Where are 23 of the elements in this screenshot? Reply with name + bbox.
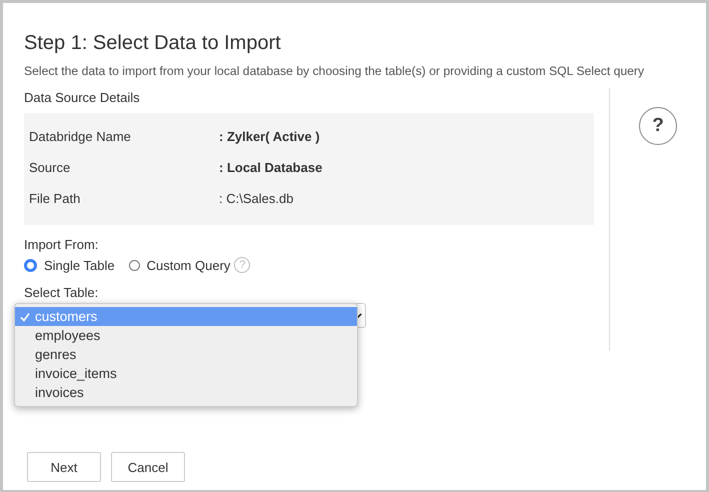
page-title: Step 1: Select Data to Import: [24, 31, 282, 56]
page-description: Select the data to import from your local database by choosing the table(s) or providing a custom SQL Select query: [24, 64, 646, 78]
section-heading: Data Source Details: [24, 90, 141, 105]
checkmark-icon: [20, 312, 30, 322]
radio-label[interactable]: Single Table: [44, 258, 115, 272]
detail-label: Source: [29, 160, 72, 177]
dropdown-option[interactable]: genres: [15, 345, 357, 364]
action-button[interactable]: Cancel: [111, 452, 185, 482]
detail-value: : C:\Sales.db: [219, 191, 294, 208]
radio-button[interactable]: [24, 258, 37, 272]
radio-button[interactable]: [128, 260, 140, 270]
detail-value: : Local Database: [219, 160, 322, 177]
detail-label: File Path: [29, 191, 82, 208]
dropdown-option[interactable]: invoice_items: [15, 364, 357, 383]
help-button[interactable]: ?: [639, 107, 677, 145]
dropdown-option[interactable]: invoices: [15, 383, 357, 402]
detail-value: : Zylker( Active ): [219, 129, 320, 146]
field-label: Select Table:: [24, 285, 100, 300]
action-button[interactable]: Next: [27, 452, 101, 482]
detail-label: Databridge Name: [29, 129, 132, 146]
radio-label[interactable]: Custom Query: [146, 258, 230, 272]
field-label: Import From:: [24, 237, 100, 252]
dropdown-option[interactable]: employees: [15, 326, 357, 345]
